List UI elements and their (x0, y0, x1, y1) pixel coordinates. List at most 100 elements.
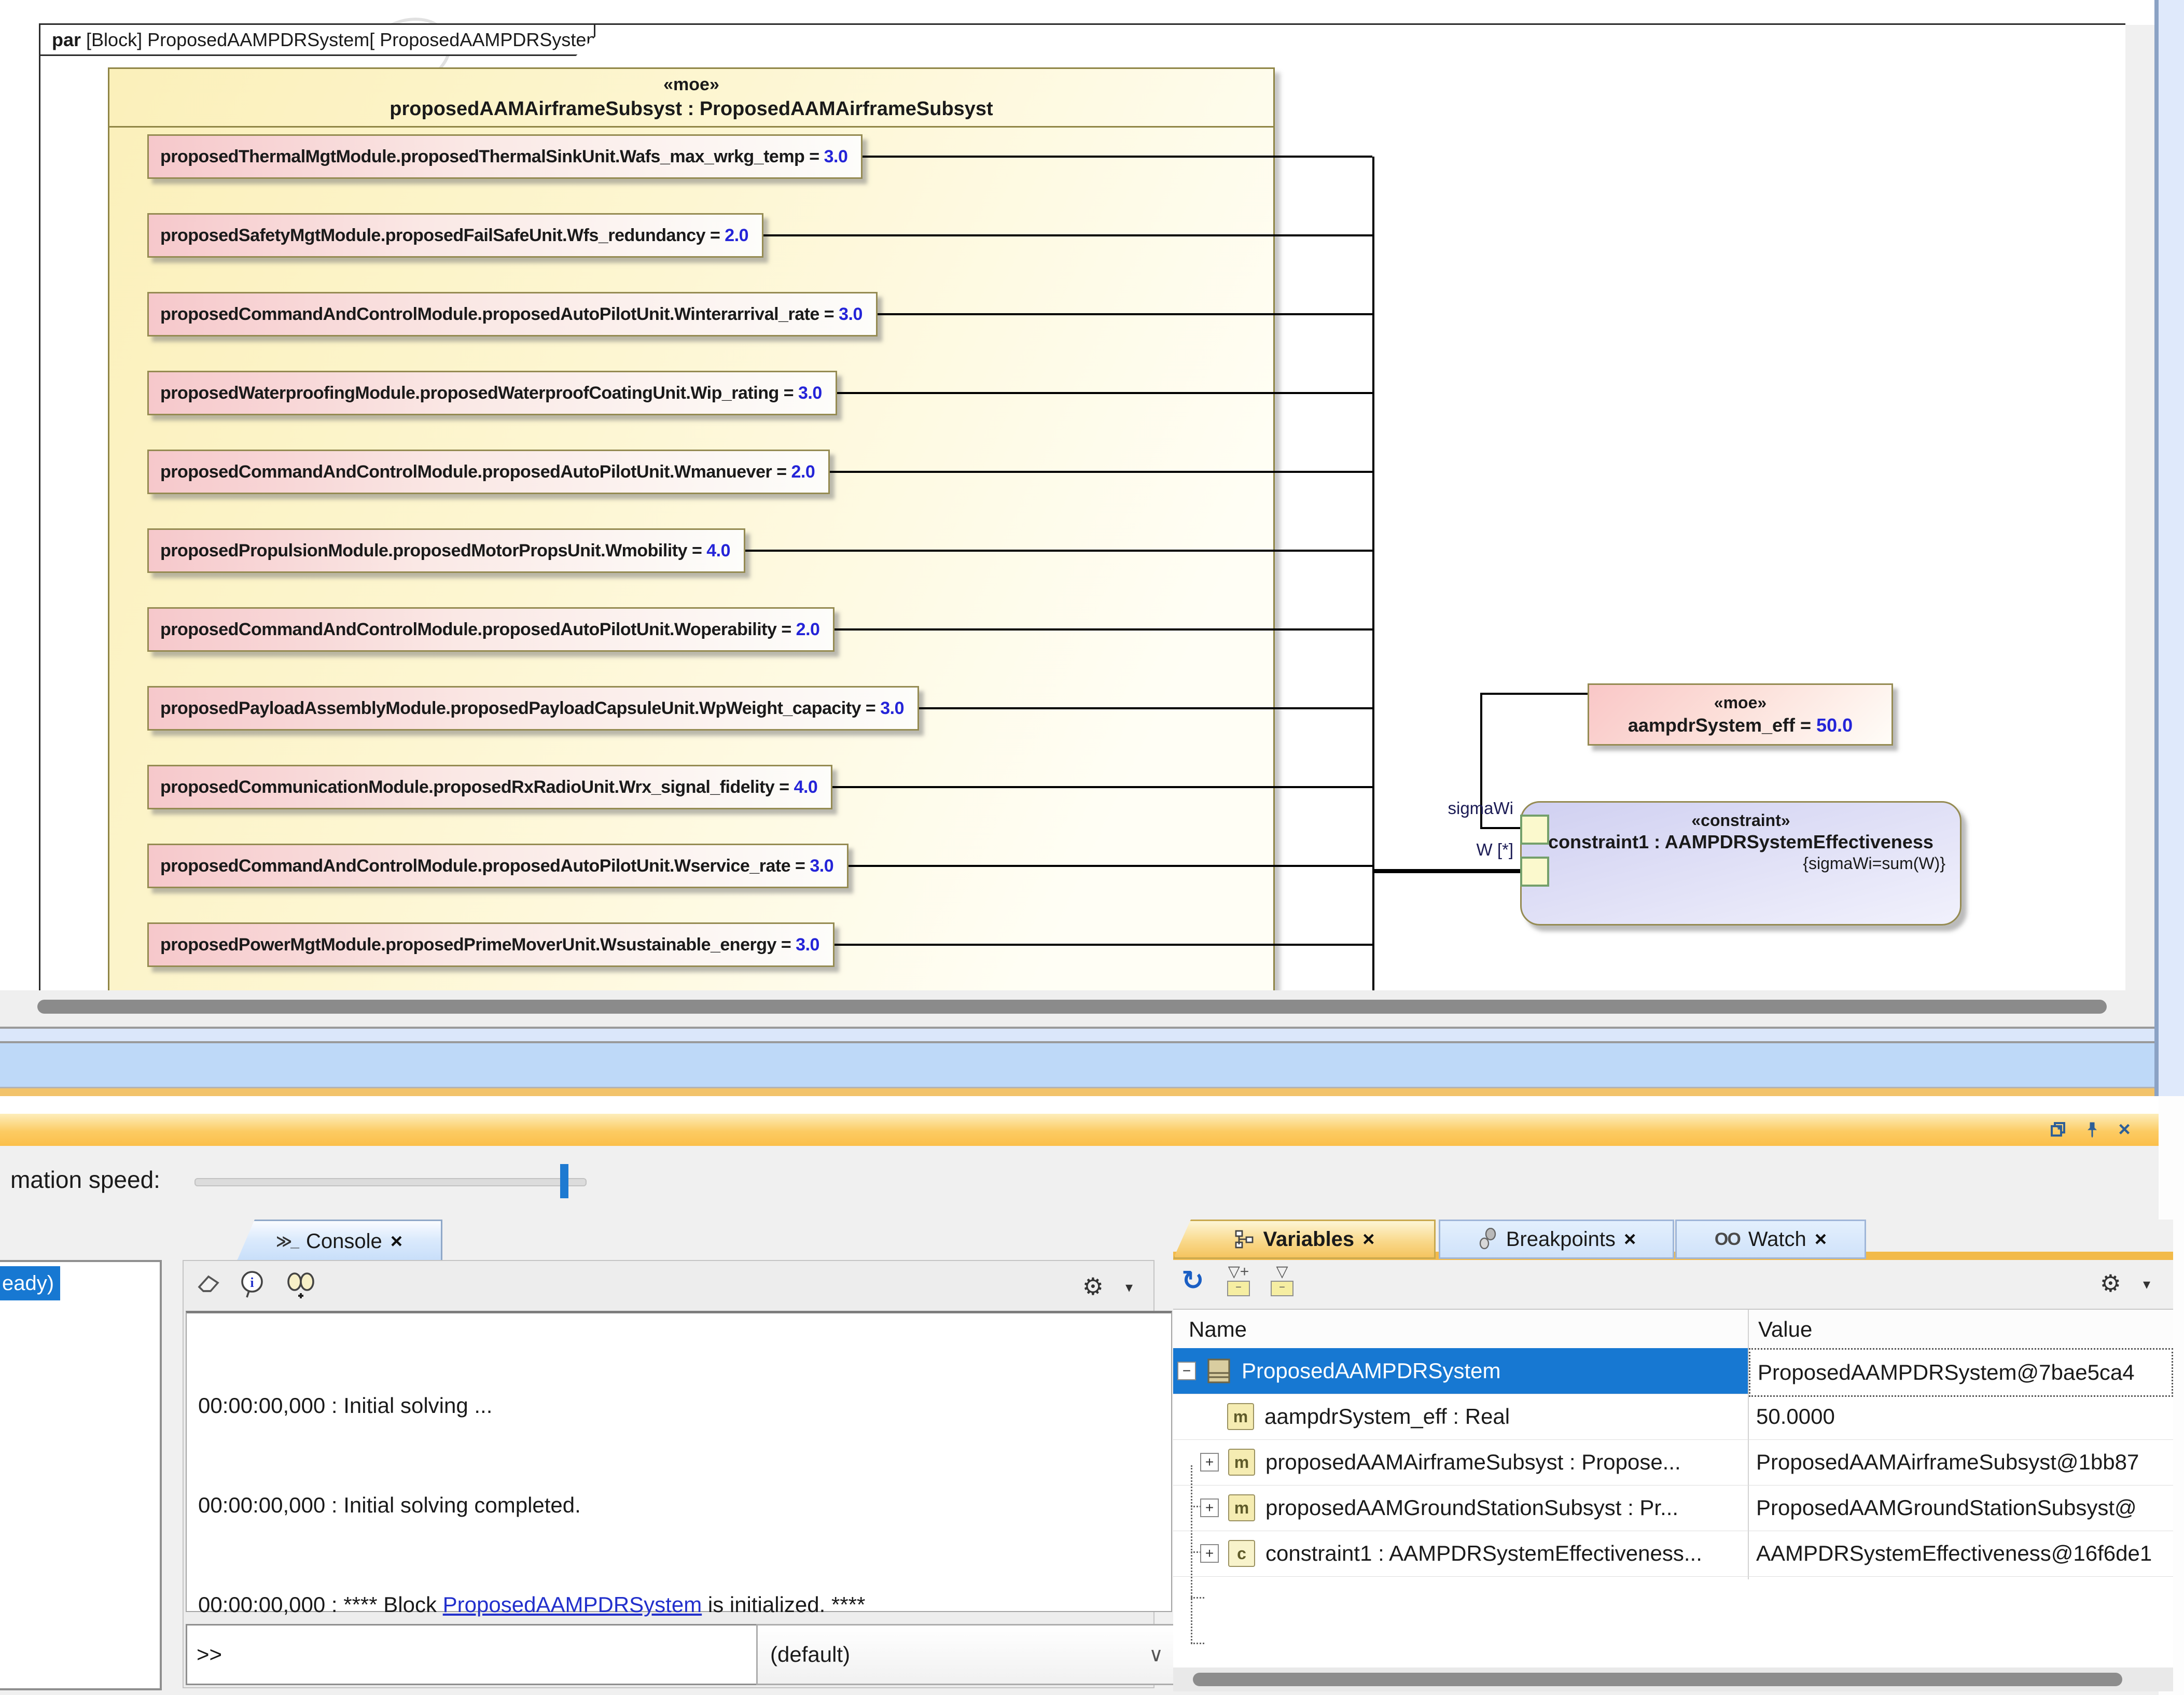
row-name: ProposedAAMPDRSystem (1242, 1358, 1501, 1383)
value-property-box[interactable]: proposedCommandAndControlModule.proposed… (147, 607, 834, 652)
expand-expander[interactable]: + (1200, 1498, 1219, 1517)
console-output[interactable]: 00:00:00,000 : Initial solving ... 00:00… (186, 1311, 1172, 1612)
collapse-expander[interactable]: − (1177, 1362, 1196, 1380)
close-tab-icon[interactable]: × (391, 1230, 402, 1253)
value-property-box[interactable]: proposedCommandAndControlModule.proposed… (147, 844, 848, 888)
constraint-box[interactable]: «constraint» constraint1 : AAMPDRSystemE… (1520, 801, 1962, 926)
connector-line (848, 865, 1372, 867)
property-value: 3.0 (796, 935, 819, 955)
pin-icon[interactable] (2081, 1118, 2104, 1141)
close-tab-icon[interactable]: × (1362, 1228, 1374, 1251)
info-messages-icon[interactable]: i (240, 1270, 266, 1299)
gear-dropdown-caret[interactable]: ▾ (1125, 1279, 1133, 1296)
moe-value: 50.0 (1816, 715, 1853, 736)
diagram-horizontal-scrollbar[interactable] (0, 990, 2159, 1027)
table-row[interactable]: + m proposedAAMGroundStationSubsyst : Pr… (1173, 1485, 2173, 1531)
property-value: 4.0 (706, 541, 730, 561)
value-property-icon: m (1228, 1494, 1255, 1521)
w-parameter-pin[interactable] (1520, 857, 1549, 887)
filter-icon[interactable]: ▽− (1267, 1264, 1298, 1296)
value-property-box[interactable]: proposedPayloadAssemblyModule.proposedPa… (147, 686, 919, 731)
variables-horizontal-scrollbar[interactable] (1173, 1668, 2173, 1691)
value-property-box[interactable]: proposedThermalMgtModule.proposedThermal… (147, 134, 863, 179)
sigma-connector-segment (1480, 693, 1588, 695)
constraint-stereotype: «constraint» (1691, 811, 1790, 830)
frame-kind-label: par (52, 29, 81, 51)
row-value[interactable]: ProposedAAMGroundStationSubsyst@ (1749, 1485, 2173, 1531)
animation-speed-slider[interactable] (194, 1178, 587, 1186)
property-value: 3.0 (824, 147, 848, 167)
tab-watch[interactable]: OO Watch × (1675, 1220, 1866, 1259)
row-name: constraint1 : AAMPDRSystemEffectiveness.… (1265, 1541, 1702, 1566)
row-value[interactable]: 50.0000 (1749, 1394, 2173, 1439)
property-value: 3.0 (798, 383, 822, 403)
search-binoculars-icon[interactable] (285, 1270, 316, 1299)
close-icon[interactable]: × (2113, 1118, 2136, 1141)
simulation-panel-header: × (0, 1114, 2159, 1146)
constraint-property-icon: c (1228, 1540, 1255, 1567)
value-property-box[interactable]: proposedSafetyMgtModule.proposedFailSafe… (147, 213, 763, 258)
value-property-box[interactable]: proposedPowerMgtModule.proposedPrimeMove… (147, 922, 834, 967)
horizontal-scrollbar-thumb[interactable] (37, 1000, 2107, 1014)
property-path: proposedCommandAndControlModule.proposed… (160, 856, 790, 876)
tab-breakpoints[interactable]: Breakpoints × (1439, 1220, 1674, 1259)
property-value: 3.0 (880, 698, 904, 719)
value-property-box[interactable]: proposedPropulsionModule.proposedMotorPr… (147, 528, 745, 573)
property-path: proposedCommandAndControlModule.proposed… (160, 462, 772, 482)
add-filter-icon[interactable]: ▽+− (1223, 1264, 1254, 1296)
table-row[interactable]: + m proposedAAMAirframeSubsyst : Propose… (1173, 1439, 2173, 1486)
property-value: 2.0 (725, 226, 748, 246)
column-header-name: Name (1189, 1317, 1247, 1342)
sessions-list-panel[interactable]: eady) (0, 1260, 162, 1690)
breakpoints-icon (1477, 1228, 1498, 1251)
sigma-connector-segment (1480, 827, 1524, 829)
close-tab-icon[interactable]: × (1815, 1228, 1827, 1251)
value-property-box[interactable]: proposedCommunicationModule.proposedRxRa… (147, 765, 832, 809)
tab-console[interactable]: ≫_ Console × (236, 1220, 442, 1263)
row-value[interactable]: AAMPDRSystemEffectiveness@16f6de1 (1749, 1531, 2173, 1576)
refresh-icon[interactable]: ↻ (1181, 1265, 1204, 1296)
spacer-strip (0, 1096, 2159, 1114)
value-property-box[interactable]: proposedCommandAndControlModule.proposed… (147, 450, 830, 494)
console-block-link[interactable]: ProposedAAMPDRSystem (443, 1592, 702, 1617)
property-row: proposedCommandAndControlModule.proposed… (147, 293, 1372, 335)
restore-window-icon[interactable] (2047, 1118, 2069, 1141)
variables-table: Name Value − ProposedAAMPDRSystem Propos… (1173, 1309, 2173, 1669)
connector-line (878, 313, 1372, 315)
expand-expander[interactable]: + (1200, 1453, 1219, 1472)
value-property-box[interactable]: proposedCommandAndControlModule.proposed… (147, 292, 878, 337)
table-row[interactable]: m aampdrSystem_eff : Real 50.0000 (1173, 1394, 2173, 1440)
gear-icon[interactable]: ⚙ (1082, 1272, 1104, 1300)
close-tab-icon[interactable]: × (1624, 1228, 1636, 1251)
slider-thumb[interactable] (560, 1164, 568, 1198)
expand-expander[interactable]: + (1200, 1544, 1219, 1563)
property-path: proposedCommunicationModule.proposedRxRa… (160, 777, 774, 797)
tab-variables[interactable]: Variables × (1173, 1220, 1436, 1259)
property-row: proposedCommandAndControlModule.proposed… (147, 451, 1372, 493)
console-line: 00:00:00,000 : **** Block ProposedAAMPDR… (198, 1588, 1160, 1621)
value-property-icon: m (1228, 1449, 1255, 1476)
diagram-frame-left-border (39, 23, 40, 990)
horizontal-scrollbar-thumb[interactable] (1193, 1673, 2122, 1686)
row-name: proposedAAMAirframeSubsyst : Propose... (1265, 1450, 1681, 1475)
selected-session-item[interactable]: eady) (0, 1266, 60, 1300)
variables-tree-icon (1234, 1229, 1255, 1250)
table-row[interactable]: + c constraint1 : AAMPDRSystemEffectiven… (1173, 1531, 2173, 1577)
animation-speed-label: mation speed: (10, 1166, 160, 1194)
system-eff-moe-box[interactable]: «moe» aampdrSystem_eff = 50.0 (1588, 683, 1893, 746)
diagram-pane[interactable]: par [Block] ProposedAAMPDRSystem[ Propos… (0, 0, 2184, 990)
table-row[interactable]: − ProposedAAMPDRSystem ProposedAAMPDRSys… (1173, 1348, 2173, 1394)
diagram-vertical-scrollbar[interactable] (2125, 25, 2154, 990)
row-value[interactable]: ProposedAAMAirframeSubsyst@1bb87 (1749, 1439, 2173, 1485)
property-row: proposedCommandAndControlModule.proposed… (147, 609, 1372, 650)
clear-console-icon[interactable] (195, 1270, 222, 1293)
value-property-box[interactable]: proposedWaterproofingModule.proposedWate… (147, 371, 837, 415)
connector-line (837, 392, 1372, 394)
console-context-dropdown[interactable]: (default) ∨ (756, 1624, 1177, 1685)
property-path: proposedPropulsionModule.proposedMotorPr… (160, 541, 687, 561)
row-value[interactable]: ProposedAAMPDRSystem@7bae5ca4 (1749, 1348, 2173, 1397)
gear-icon[interactable]: ⚙ (2100, 1269, 2121, 1297)
console-command-input[interactable]: >> (186, 1624, 763, 1685)
gear-dropdown-caret[interactable]: ▾ (2143, 1276, 2150, 1293)
sigma-parameter-pin[interactable] (1520, 815, 1549, 845)
